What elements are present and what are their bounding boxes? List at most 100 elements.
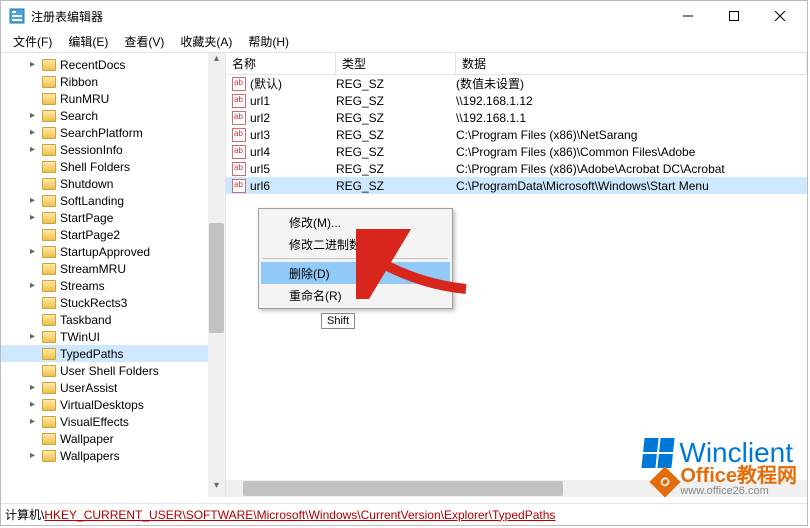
menubar: 文件(F) 编辑(E) 查看(V) 收藏夹(A) 帮助(H) (1, 31, 807, 53)
scrollbar-thumb[interactable] (243, 481, 563, 496)
expand-icon[interactable] (27, 365, 38, 376)
expand-icon[interactable]: ▸ (27, 331, 38, 342)
menu-favorites[interactable]: 收藏夹(A) (172, 31, 240, 52)
expand-icon[interactable] (27, 314, 38, 325)
value-type: REG_SZ (336, 111, 456, 125)
menu-edit[interactable]: 编辑(E) (60, 31, 116, 52)
tree-item-visualeffects[interactable]: ▸ VisualEffects (1, 413, 225, 430)
tree-label: RecentDocs (60, 58, 125, 72)
tree-item-wallpaper[interactable]: Wallpaper (1, 430, 225, 447)
col-name[interactable]: 名称 (226, 53, 336, 74)
menu-file[interactable]: 文件(F) (5, 31, 60, 52)
list-row[interactable]: url4REG_SZC:\Program Files (x86)\Common … (226, 143, 807, 160)
list-row[interactable]: url6REG_SZC:\ProgramData\Microsoft\Windo… (226, 177, 807, 194)
expand-icon[interactable] (27, 229, 38, 240)
menu-separator (263, 258, 448, 259)
tree-item-typedpaths[interactable]: TypedPaths (1, 345, 225, 362)
col-type[interactable]: 类型 (336, 53, 456, 74)
tree-item-startpage[interactable]: ▸StartPage (1, 209, 225, 226)
expand-icon[interactable] (27, 93, 38, 104)
expand-icon[interactable] (27, 297, 38, 308)
expand-icon[interactable]: ▸ (27, 110, 38, 121)
tree-item-twinui[interactable]: ▸ TWinUI (1, 328, 225, 345)
expand-icon[interactable] (27, 76, 38, 87)
list-row[interactable]: url3REG_SZC:\Program Files (x86)\NetSara… (226, 126, 807, 143)
expand-icon[interactable] (27, 263, 38, 274)
tree-item-streams[interactable]: ▸Streams (1, 277, 225, 294)
tree-item-wallpapers[interactable]: ▸ Wallpapers (1, 447, 225, 464)
expand-icon[interactable]: ▸ (27, 280, 38, 291)
folder-icon (42, 127, 56, 139)
tree-item-shell-folders[interactable]: Shell Folders (1, 158, 225, 175)
scroll-up-icon[interactable]: ▴ (208, 53, 225, 70)
expand-icon[interactable]: ▸ (27, 144, 38, 155)
tree-item-startpage2[interactable]: StartPage2 (1, 226, 225, 243)
minimize-button[interactable] (665, 1, 711, 31)
expand-icon[interactable]: ▸ (27, 382, 38, 393)
tree-item-ribbon[interactable]: Ribbon (1, 73, 225, 90)
expand-icon[interactable]: ▸ (27, 416, 38, 427)
tree-panel: ▸ RecentDocsRibbonRunMRU ▸ Search▸SearchPla… (1, 53, 226, 497)
tree-label: StreamMRU (60, 262, 126, 276)
close-button[interactable] (757, 1, 803, 31)
tree-item-stuckrects3[interactable]: StuckRects3 (1, 294, 225, 311)
scroll-down-icon[interactable]: ▾ (208, 480, 225, 497)
tree-item-runmru[interactable]: RunMRU (1, 90, 225, 107)
value-name: url5 (250, 162, 336, 176)
tree-item-recentdocs[interactable]: ▸ RecentDocs (1, 56, 225, 73)
expand-icon[interactable]: ▸ (27, 450, 38, 461)
tree-item-search[interactable]: ▸ Search (1, 107, 225, 124)
ctx-重命名r[interactable]: 重命名(R) (261, 284, 450, 306)
list-row[interactable]: (默认)REG_SZ(数值未设置) (226, 75, 807, 92)
expand-icon[interactable] (27, 161, 38, 172)
ctx-修改m[interactable]: 修改(M)... (261, 211, 450, 233)
tree-item-startupapproved[interactable]: ▸StartupApproved (1, 243, 225, 260)
list-row[interactable]: url5REG_SZC:\Program Files (x86)\Adobe\A… (226, 160, 807, 177)
tree-label: UserAssist (60, 381, 117, 395)
value-type: REG_SZ (336, 162, 456, 176)
list-row[interactable]: url1REG_SZ\\192.168.1.12 (226, 92, 807, 109)
reg-string-icon (232, 77, 246, 91)
expand-icon[interactable]: ▸ (27, 212, 38, 223)
folder-icon (42, 297, 56, 309)
expand-icon[interactable]: ▸ (27, 195, 38, 206)
tree-item-searchplatform[interactable]: ▸SearchPlatform (1, 124, 225, 141)
expand-icon[interactable]: ▸ (27, 127, 38, 138)
tree-item-shutdown[interactable]: Shutdown (1, 175, 225, 192)
tree-item-virtualdesktops[interactable]: ▸VirtualDesktops (1, 396, 225, 413)
maximize-button[interactable] (711, 1, 757, 31)
list-row[interactable]: url2REG_SZ\\192.168.1.1 (226, 109, 807, 126)
tree-item-userassist[interactable]: ▸ UserAssist (1, 379, 225, 396)
expand-icon[interactable] (27, 348, 38, 359)
tree-scrollbar[interactable]: ▴▾ (208, 53, 225, 497)
ctx-删除d[interactable]: 删除(D) (261, 262, 450, 284)
col-data[interactable]: 数据 (456, 53, 807, 74)
context-menu: 修改(M)...修改二进制数据(B)... 删除(D)重命名(R) (258, 208, 453, 309)
tree-item-sessioninfo[interactable]: ▸SessionInfo (1, 141, 225, 158)
ctx-修改二进制数据b[interactable]: 修改二进制数据(B)... (261, 233, 450, 255)
expand-icon[interactable] (27, 433, 38, 444)
list-header: 名称 类型 数据 (226, 53, 807, 75)
tree-item-user-shell-folders[interactable]: User Shell Folders (1, 362, 225, 379)
folder-icon (42, 246, 56, 258)
folder-icon (42, 382, 56, 394)
regedit-icon (9, 8, 25, 24)
expand-icon[interactable] (27, 178, 38, 189)
folder-icon (42, 331, 56, 343)
menu-help[interactable]: 帮助(H) (240, 31, 297, 52)
folder-icon (42, 229, 56, 241)
tree-label: VisualEffects (60, 415, 129, 429)
tree-label: TWinUI (60, 330, 100, 344)
menu-view[interactable]: 查看(V) (116, 31, 172, 52)
expand-icon[interactable]: ▸ (27, 399, 38, 410)
value-name: url6 (250, 179, 336, 193)
folder-icon (42, 399, 56, 411)
expand-icon[interactable]: ▸ (27, 59, 38, 70)
expand-icon[interactable]: ▸ (27, 246, 38, 257)
tree-label: Search (60, 109, 98, 123)
tree-item-softlanding[interactable]: ▸SoftLanding (1, 192, 225, 209)
tree-item-taskband[interactable]: Taskband (1, 311, 225, 328)
tree-item-streammru[interactable]: StreamMRU (1, 260, 225, 277)
scrollbar-thumb[interactable] (209, 223, 224, 333)
tree-label: Wallpapers (60, 449, 120, 463)
